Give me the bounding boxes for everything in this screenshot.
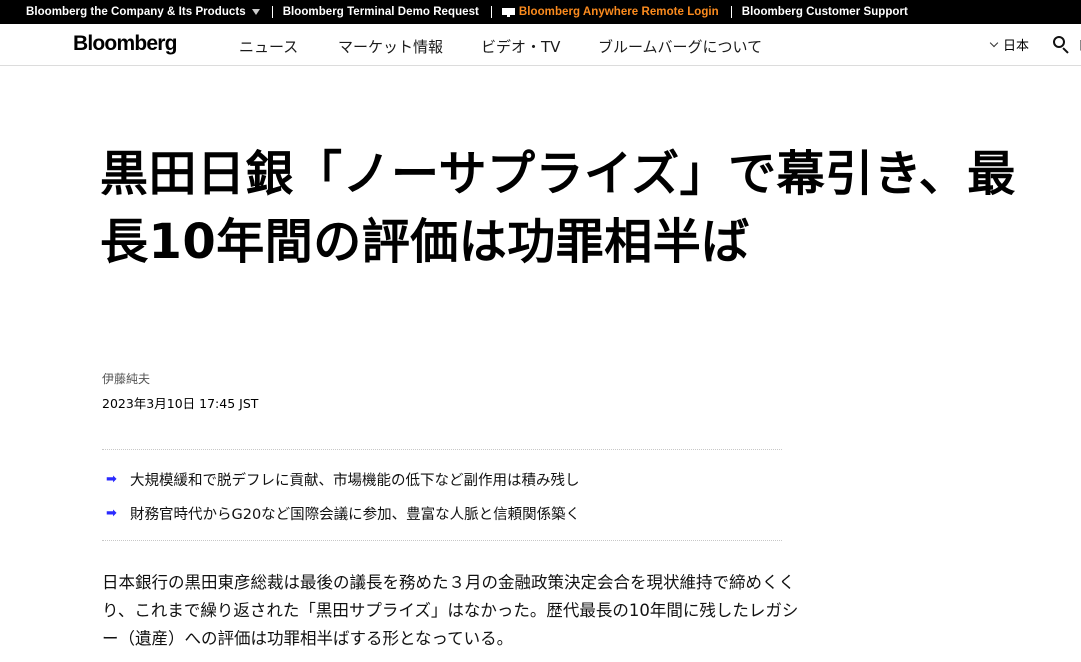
- nav-item-markets[interactable]: マーケット情報: [338, 36, 443, 57]
- author-byline[interactable]: 伊藤純夫: [102, 370, 150, 387]
- nav-overflow-text: ト: [1076, 35, 1081, 54]
- article-summary: ➡ 大規模緩和で脱デフレに貢献、市場機能の低下など副作用は積み残し ➡ 財務官時…: [102, 449, 782, 541]
- main-nav: Bloomberg ニュース マーケット情報 ビデオ・TV ブルームバーグについ…: [0, 24, 1081, 66]
- region-selector[interactable]: 日本: [989, 35, 1029, 54]
- arrow-right-icon: ➡: [106, 505, 117, 521]
- region-label: 日本: [1003, 39, 1030, 54]
- anywhere-login-link[interactable]: Bloomberg Anywhere Remote Login: [501, 6, 719, 18]
- nav-item-news[interactable]: ニュース: [239, 36, 298, 57]
- terminal-demo-link[interactable]: Bloomberg Terminal Demo Request: [283, 6, 479, 18]
- company-products-link[interactable]: Bloomberg the Company & Its Products: [26, 6, 260, 18]
- article-headline: 黒田日銀「ノーサプライズ」で幕引き、最長10年間の評価は功罪相半ば: [100, 146, 1016, 270]
- chevron-down-icon: [989, 38, 999, 47]
- terminal-icon: [501, 7, 515, 17]
- summary-text: 財務官時代からG20など国際会議に参加、豊富な人脈と信頼関係築く: [130, 506, 581, 523]
- top-utility-bar: Bloomberg the Company & Its Products Blo…: [0, 0, 1081, 24]
- bloomberg-logo[interactable]: Bloomberg: [73, 32, 177, 56]
- divider: [730, 6, 732, 18]
- summary-item: ➡ 大規模緩和で脱デフレに貢献、市場機能の低下など副作用は積み残し: [102, 462, 782, 496]
- nav-item-video-tv[interactable]: ビデオ・TV: [481, 36, 560, 57]
- search-icon[interactable]: [1052, 35, 1070, 54]
- nav-item-about[interactable]: ブルームバーグについて: [598, 36, 762, 57]
- divider: [490, 6, 492, 18]
- customer-support-link[interactable]: Bloomberg Customer Support: [742, 6, 908, 18]
- caret-down-icon: [251, 9, 260, 15]
- company-products-label: Bloomberg the Company & Its Products: [26, 6, 246, 18]
- anywhere-login-label: Bloomberg Anywhere Remote Login: [518, 6, 719, 18]
- article-body-paragraph: 日本銀行の黒田東彦総裁は最後の議長を務めた３月の金融政策決定会合を現状維持で締め…: [102, 573, 799, 648]
- summary-text: 大規模緩和で脱デフレに貢献、市場機能の低下など副作用は積み残し: [130, 472, 580, 489]
- summary-item: ➡ 財務官時代からG20など国際会議に参加、豊富な人脈と信頼関係築く: [102, 496, 782, 530]
- arrow-right-icon: ➡: [106, 471, 117, 487]
- publish-timestamp: 2023年3月10日 17:45 JST: [102, 396, 259, 411]
- divider: [271, 6, 273, 18]
